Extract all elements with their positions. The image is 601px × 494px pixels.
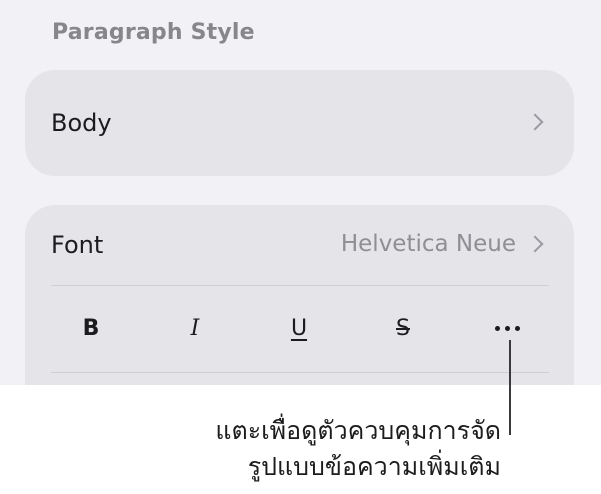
strikethrough-button[interactable]: S [383, 308, 423, 348]
divider [51, 372, 549, 373]
more-options-button[interactable] [487, 308, 527, 348]
callout-text: แตะเพื่อดูตัวควบคุมการจัด รูปแบบข้อความเ… [81, 413, 501, 485]
font-card: Font Helvetica Neue B I U S [25, 205, 574, 385]
ellipsis-icon [494, 325, 520, 331]
chevron-right-icon [526, 113, 544, 131]
font-value: Helvetica Neue [340, 231, 516, 257]
underline-button[interactable]: U [279, 308, 319, 348]
chevron-right-icon [526, 235, 544, 253]
font-label: Font [51, 231, 104, 259]
callout-leader-line [509, 340, 511, 435]
divider [51, 285, 549, 286]
italic-button[interactable]: I [175, 308, 215, 348]
format-panel: Paragraph Style Body Font Helvetica Neue… [0, 0, 601, 385]
callout-line-1: แตะเพื่อดูตัวควบคุมการจัด [215, 416, 501, 445]
paragraph-style-heading: Paragraph Style [52, 20, 255, 45]
callout-line-2: รูปแบบข้อความเพิ่มเติม [247, 452, 501, 481]
paragraph-style-value: Body [51, 109, 112, 137]
bold-button[interactable]: B [71, 308, 111, 348]
paragraph-style-row[interactable]: Body [25, 70, 574, 176]
